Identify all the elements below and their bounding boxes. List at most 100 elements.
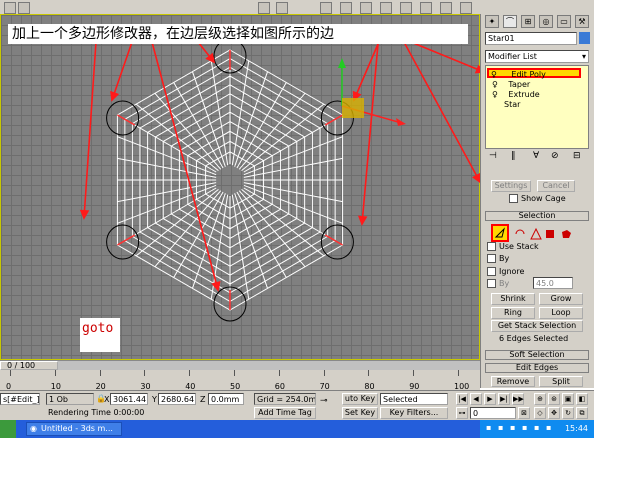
stack-item-taper[interactable]: ♀ Taper [490,80,530,90]
next-frame-icon[interactable]: ▶| [498,393,510,405]
x-coordinate-field[interactable]: 3061.44 [110,393,148,405]
soft-selection-rollout-header[interactable]: Soft Selection [485,350,589,360]
time-configuration-icon[interactable]: ⊠ [518,407,530,419]
remove-modifier-icon[interactable]: ⊘ [551,151,559,161]
lightbulb-icon: ♀ [492,90,498,99]
current-frame-field[interactable]: 0 [470,407,516,419]
by-vertex-checkbox[interactable]: By [487,254,509,264]
annotation-arrow [111,41,133,101]
create-tab-icon[interactable]: ✦ [485,15,499,28]
by-angle-checkbox[interactable]: By [487,279,509,289]
make-unique-icon[interactable]: ∀ [533,151,539,161]
start-button[interactable] [0,420,16,438]
add-time-tag-button[interactable]: Add Time Tag [254,407,316,419]
field-of-view-icon[interactable]: ◇ [534,407,546,419]
show-cage-checkbox[interactable]: Show Cage [509,194,566,204]
y-label: Y [152,395,157,404]
settings-button[interactable]: Settings [491,180,531,192]
show-end-result-icon[interactable]: ‖ [511,151,516,161]
use-stack-checkbox[interactable]: Use Stack [487,242,539,252]
timeline-tick [413,370,415,376]
maximize-viewport-icon[interactable]: ⧉ [576,407,588,419]
annotation-arrow [361,43,379,225]
split-button[interactable]: Split [539,376,583,387]
previous-frame-icon[interactable]: ◀ [470,393,482,405]
modifier-list-dropdown[interactable]: Modifier List ▾ [485,50,589,63]
tray-icon[interactable]: ▪ [498,423,503,432]
zoom-extents-icon[interactable]: ▣ [562,393,574,405]
utilities-tab-icon[interactable]: ⚒ [575,15,589,28]
edge-subobject-icon[interactable] [513,227,527,241]
y-coordinate-field[interactable]: 2680.64 [158,393,196,405]
object-name-field[interactable]: Star01 [485,32,577,45]
key-icon[interactable]: ⊸ [320,396,328,406]
timeline-tick [323,370,325,376]
mesh-spoke [236,82,287,169]
modifier-list-label: Modifier List [488,52,537,61]
maxscript-listener[interactable]: s[#Edit_] [0,393,40,405]
trackbar[interactable]: 0 10 20 30 40 50 60 70 80 90 100 [0,370,480,391]
time-slider-thumb[interactable]: 0 / 100 [0,361,58,370]
auto-key-button[interactable]: uto Key [342,393,378,405]
configure-sets-icon[interactable]: ⊟ [573,151,581,161]
key-filters-button[interactable]: Key Filters... [380,407,448,419]
arc-rotate-icon[interactable]: ↻ [562,407,574,419]
element-subobject-icon[interactable] [559,227,573,241]
tray-icon[interactable]: ▪ [534,423,539,432]
shrink-button[interactable]: Shrink [491,293,535,305]
loop-button[interactable]: Loop [539,307,583,319]
stack-item-edit-poly[interactable]: ♀ Edit Poly [487,68,581,79]
arrow-head-icon [79,209,90,220]
timeline-tick [234,370,235,376]
ignore-backfacing-checkbox[interactable]: Ignore [487,267,524,277]
hierarchy-tab-icon[interactable]: ⊞ [521,15,535,28]
selection-set-dropdown[interactable]: Selected [380,393,448,405]
arrow-head-icon [211,281,221,292]
play-icon[interactable]: ▶ [484,393,496,405]
get-stack-selection-button[interactable]: Get Stack Selection [491,320,583,332]
zoom-extents-all-icon[interactable]: ◧ [576,393,588,405]
taskbar-item-3dsmax[interactable]: ◉ Untitled - 3ds m... [26,422,122,436]
pan-icon[interactable]: ✥ [548,407,560,419]
timeline-tick [189,370,191,376]
z-coordinate-field[interactable]: 0.0mm [208,393,244,405]
system-tray: ▪ ▪ ▪ ▪ ▪ ▪ 15:44 [480,420,594,438]
ring-button[interactable]: Ring [491,307,535,319]
timeline-tick [99,370,101,376]
tray-icon[interactable]: ▪ [510,423,515,432]
angle-spinner[interactable]: 45.0 [533,277,573,289]
go-to-end-icon[interactable]: ▶▶ [512,393,524,405]
object-color-swatch[interactable] [579,32,590,44]
selection-rollout-header[interactable]: Selection [485,211,589,221]
tray-icon[interactable]: ▪ [486,423,491,432]
display-tab-icon[interactable]: ▭ [557,15,571,28]
stack-item-extrude[interactable]: ♀ Extrude [490,90,540,100]
lightbulb-icon: ♀ [491,70,497,79]
motion-tab-icon[interactable]: ◎ [539,15,553,28]
timeline-tick [54,370,56,376]
pin-stack-icon[interactable]: ⊣ [489,151,497,161]
tray-icon[interactable]: ▪ [522,423,527,432]
selected-edge [117,114,136,126]
vertex-subobject-icon[interactable] [491,224,509,242]
key-mode-icon[interactable]: ⊶ [456,407,468,419]
timeline-tick [278,370,280,376]
polygon-subobject-icon[interactable] [543,227,557,241]
go-to-start-icon[interactable]: |◀ [456,393,468,405]
modify-tab-icon[interactable]: ⌒ [503,15,517,28]
chevron-down-icon: ▾ [581,52,586,61]
border-subobject-icon[interactable] [529,227,543,241]
edit-edges-rollout-header[interactable]: Edit Edges [485,363,589,373]
command-panel: ✦ ⌒ ⊞ ◎ ▭ ⚒ Star01 Modifier List ▾ ♀ Edi… [480,14,594,388]
zoom-icon[interactable]: ⊕ [534,393,546,405]
tray-icon[interactable]: ▪ [546,423,551,432]
grow-button[interactable]: Grow [539,293,583,305]
stack-item-star[interactable]: Star [490,100,520,110]
mesh-spoke [241,103,325,172]
mesh-spoke [241,188,325,257]
remove-button[interactable]: Remove [491,376,535,387]
arrow-head-icon [357,215,368,226]
zoom-all-icon[interactable]: ⊛ [548,393,560,405]
cancel-button[interactable]: Cancel [537,180,575,192]
set-key-button[interactable]: Set Key [342,407,378,419]
